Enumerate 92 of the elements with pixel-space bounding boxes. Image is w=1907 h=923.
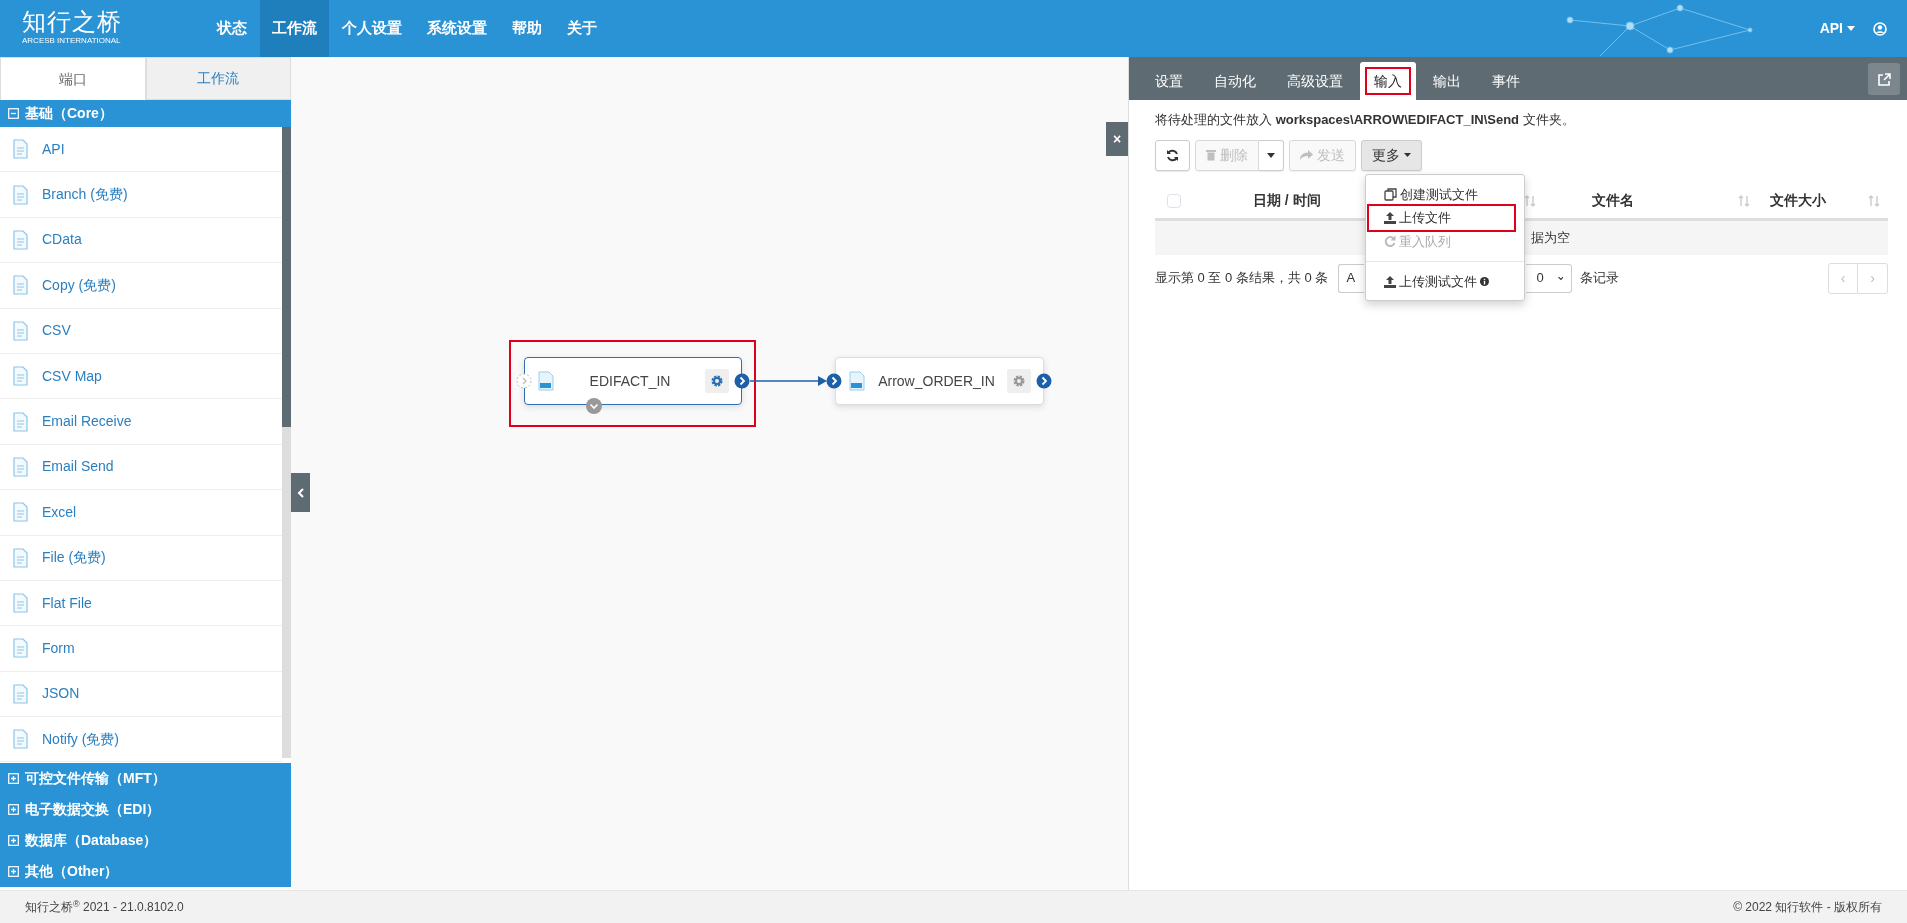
connector-item[interactable]: Email Receive — [0, 399, 282, 445]
workflow-node[interactable]: EDIFACT_IN — [524, 357, 742, 405]
settings-button[interactable] — [705, 369, 729, 393]
category-header[interactable]: 数据库（Database） — [0, 825, 291, 856]
input-port[interactable] — [516, 373, 532, 389]
empty-table-text: 据为空 — [1531, 228, 1570, 247]
category-header[interactable]: 其他（Other） — [0, 856, 291, 887]
refresh-button[interactable] — [1155, 139, 1190, 171]
menu-item[interactable]: 创建测试文件 — [1369, 182, 1514, 206]
connector-item[interactable]: File (免费) — [0, 535, 282, 581]
more-button[interactable]: 更多 — [1361, 139, 1422, 171]
connector-item[interactable]: CData — [0, 217, 282, 264]
page-size-select[interactable]: 0 — [1526, 263, 1573, 293]
trash-icon — [1206, 149, 1216, 161]
column-header: 文件大小 — [1770, 191, 1827, 210]
connector-item[interactable]: Excel — [0, 490, 282, 536]
panel-tab[interactable]: 输入 — [1360, 62, 1416, 100]
file-icon — [848, 371, 866, 391]
file-icon — [537, 371, 555, 391]
collapse-icon[interactable] — [8, 108, 19, 119]
connector-item[interactable]: Branch (免费) — [0, 172, 282, 218]
expand-icon[interactable] — [8, 835, 19, 846]
sidebar-tab[interactable]: 端口 — [0, 57, 146, 100]
connector-item[interactable]: CSV Map — [0, 353, 282, 400]
popout-button[interactable] — [1868, 63, 1900, 95]
nav-link[interactable]: 关于 — [555, 0, 609, 57]
scrollbar-thumb[interactable] — [282, 127, 291, 427]
expand-port[interactable] — [586, 398, 602, 414]
chevron-left-icon — [296, 487, 305, 498]
connector-item[interactable]: JSON — [0, 671, 282, 718]
nav-link[interactable]: 个人设置 — [330, 0, 414, 57]
external-link-icon — [1877, 72, 1891, 86]
panel-tab[interactable]: 高级设置 — [1273, 62, 1357, 100]
scrollbar-track[interactable] — [282, 127, 291, 758]
user-icon[interactable] — [1873, 21, 1887, 36]
close-button[interactable]: × — [1106, 122, 1128, 156]
settings-icon — [1012, 374, 1026, 388]
sort-icon — [1868, 195, 1880, 208]
panel-tab[interactable]: 设置 — [1141, 62, 1197, 100]
connector-item[interactable]: Form — [0, 626, 282, 672]
upload-icon — [1384, 211, 1396, 224]
copyright-text: © 2022 知行软件 - 版权所有 — [1733, 899, 1882, 916]
category-header[interactable]: 可控文件传输（MFT） — [0, 763, 291, 794]
logo-subtitle: ARCESB INTERNATIONAL — [22, 36, 122, 45]
settings-button[interactable] — [1007, 369, 1031, 393]
category-header[interactable]: 电子数据交换（EDI） — [0, 794, 291, 825]
caret-icon — [1404, 153, 1411, 157]
menu-item[interactable]: 上传文件 — [1369, 206, 1514, 230]
page-size-label: 条记录 — [1580, 269, 1620, 288]
user-menu[interactable]: API — [1801, 0, 1873, 57]
category-header[interactable]: 基础（Core） — [0, 100, 291, 127]
connector-item[interactable]: Flat File — [0, 580, 282, 627]
column-header: 文件名 — [1592, 191, 1635, 210]
connector-item[interactable]: CSV — [0, 308, 282, 354]
page-size-select[interactable]: A — [1338, 263, 1365, 293]
column-header: 日期 / 时间 — [1252, 191, 1321, 210]
nav-link[interactable]: 状态 — [205, 0, 259, 57]
nav-link[interactable]: 帮助 — [500, 0, 554, 57]
output-port[interactable] — [734, 373, 750, 389]
instruction-text: 将待处理的文件放入 workspaces\ARROW\EDIFACT_IN\Send 文件夹。 — [1155, 111, 1576, 129]
workflow-node[interactable]: Arrow_ORDER_IN — [835, 357, 1044, 405]
panel-tab[interactable]: 自动化 — [1200, 62, 1270, 100]
connector-item[interactable]: Email Send — [0, 444, 282, 491]
output-port[interactable] — [1036, 373, 1052, 389]
upload-icon — [1384, 275, 1396, 288]
chevron-down-icon — [1557, 274, 1564, 282]
expand-icon[interactable] — [8, 773, 19, 784]
expand-icon[interactable] — [8, 804, 19, 815]
copy-icon — [1384, 187, 1397, 201]
connector-item[interactable]: Notify (免费) — [0, 717, 282, 763]
logo-text: 知行之桥 — [22, 8, 122, 36]
collapse-button[interactable] — [291, 473, 310, 512]
result-count-text: 显示第 0 至 0 条结果，共 0 条 — [1155, 269, 1329, 288]
caret-icon — [1847, 26, 1855, 31]
sort-icon — [1738, 195, 1751, 208]
nav-link[interactable]: 系统设置 — [415, 0, 499, 57]
caret-icon — [1267, 152, 1275, 158]
sidebar-tab[interactable]: 工作流 — [145, 57, 291, 100]
panel-tab[interactable]: 输出 — [1419, 62, 1475, 100]
share-arrow-icon — [1300, 149, 1313, 161]
select-all-checkbox[interactable] — [1167, 193, 1181, 208]
expand-icon[interactable] — [8, 866, 19, 877]
panel-tab[interactable]: 事件 — [1478, 62, 1534, 100]
connector-item[interactable]: Copy (免费) — [0, 263, 282, 309]
menu-item[interactable]: 上传测试文件 — [1369, 270, 1514, 294]
refresh-icon — [1384, 235, 1396, 248]
refresh-icon — [1166, 148, 1179, 162]
nav-link[interactable]: 工作流 — [260, 0, 329, 57]
version-text: 知行之桥$^{®}$ 2021 - 21.0.8102.0 — [25, 898, 184, 916]
dropdown-toggle-button[interactable] — [1259, 139, 1284, 171]
settings-icon — [710, 374, 724, 388]
connector-item[interactable]: API — [0, 127, 282, 173]
